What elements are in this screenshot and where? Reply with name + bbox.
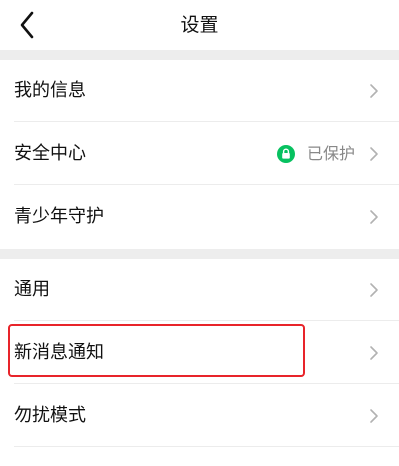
settings-item-label: 我的信息 bbox=[14, 80, 86, 101]
settings-item-my-info[interactable]: 我的信息 bbox=[0, 60, 399, 122]
row-divider bbox=[14, 184, 399, 185]
chevron-right-icon bbox=[369, 345, 379, 361]
settings-item-do-not-disturb[interactable]: 勿扰模式 bbox=[0, 385, 399, 447]
chevron-right-icon bbox=[369, 209, 379, 225]
chevron-right-icon bbox=[369, 282, 379, 298]
status-text: 已保护 bbox=[306, 144, 355, 163]
top-bar: 设置 bbox=[0, 0, 399, 50]
row-divider bbox=[14, 320, 399, 321]
chevron-right-icon bbox=[369, 408, 379, 424]
lock-icon bbox=[276, 145, 295, 163]
row-divider bbox=[14, 383, 399, 384]
settings-item-label: 勿扰模式 bbox=[14, 405, 86, 426]
chevron-right-icon bbox=[369, 146, 379, 162]
settings-page: 设置 我的信息 安全中心 已保护 青少年守护 通用 新消息通知 勿扰模式 bbox=[0, 0, 399, 466]
settings-item-label: 青少年守护 bbox=[14, 206, 104, 227]
row-divider bbox=[14, 121, 399, 122]
chevron-right-icon bbox=[369, 83, 379, 99]
settings-item-label: 安全中心 bbox=[14, 143, 86, 164]
page-title: 设置 bbox=[180, 14, 219, 36]
settings-item-label: 通用 bbox=[14, 279, 50, 300]
settings-item-general[interactable]: 通用 bbox=[0, 259, 399, 321]
settings-item-label: 新消息通知 bbox=[14, 342, 104, 363]
section-divider bbox=[0, 50, 399, 60]
settings-item-new-message-notifications[interactable]: 新消息通知 bbox=[0, 322, 399, 384]
settings-item-security-center[interactable]: 安全中心 已保护 bbox=[0, 123, 399, 185]
security-status: 已保护 bbox=[276, 142, 355, 166]
settings-item-teen-guard[interactable]: 青少年守护 bbox=[0, 186, 399, 248]
section-divider bbox=[0, 249, 399, 259]
row-divider bbox=[14, 446, 399, 447]
